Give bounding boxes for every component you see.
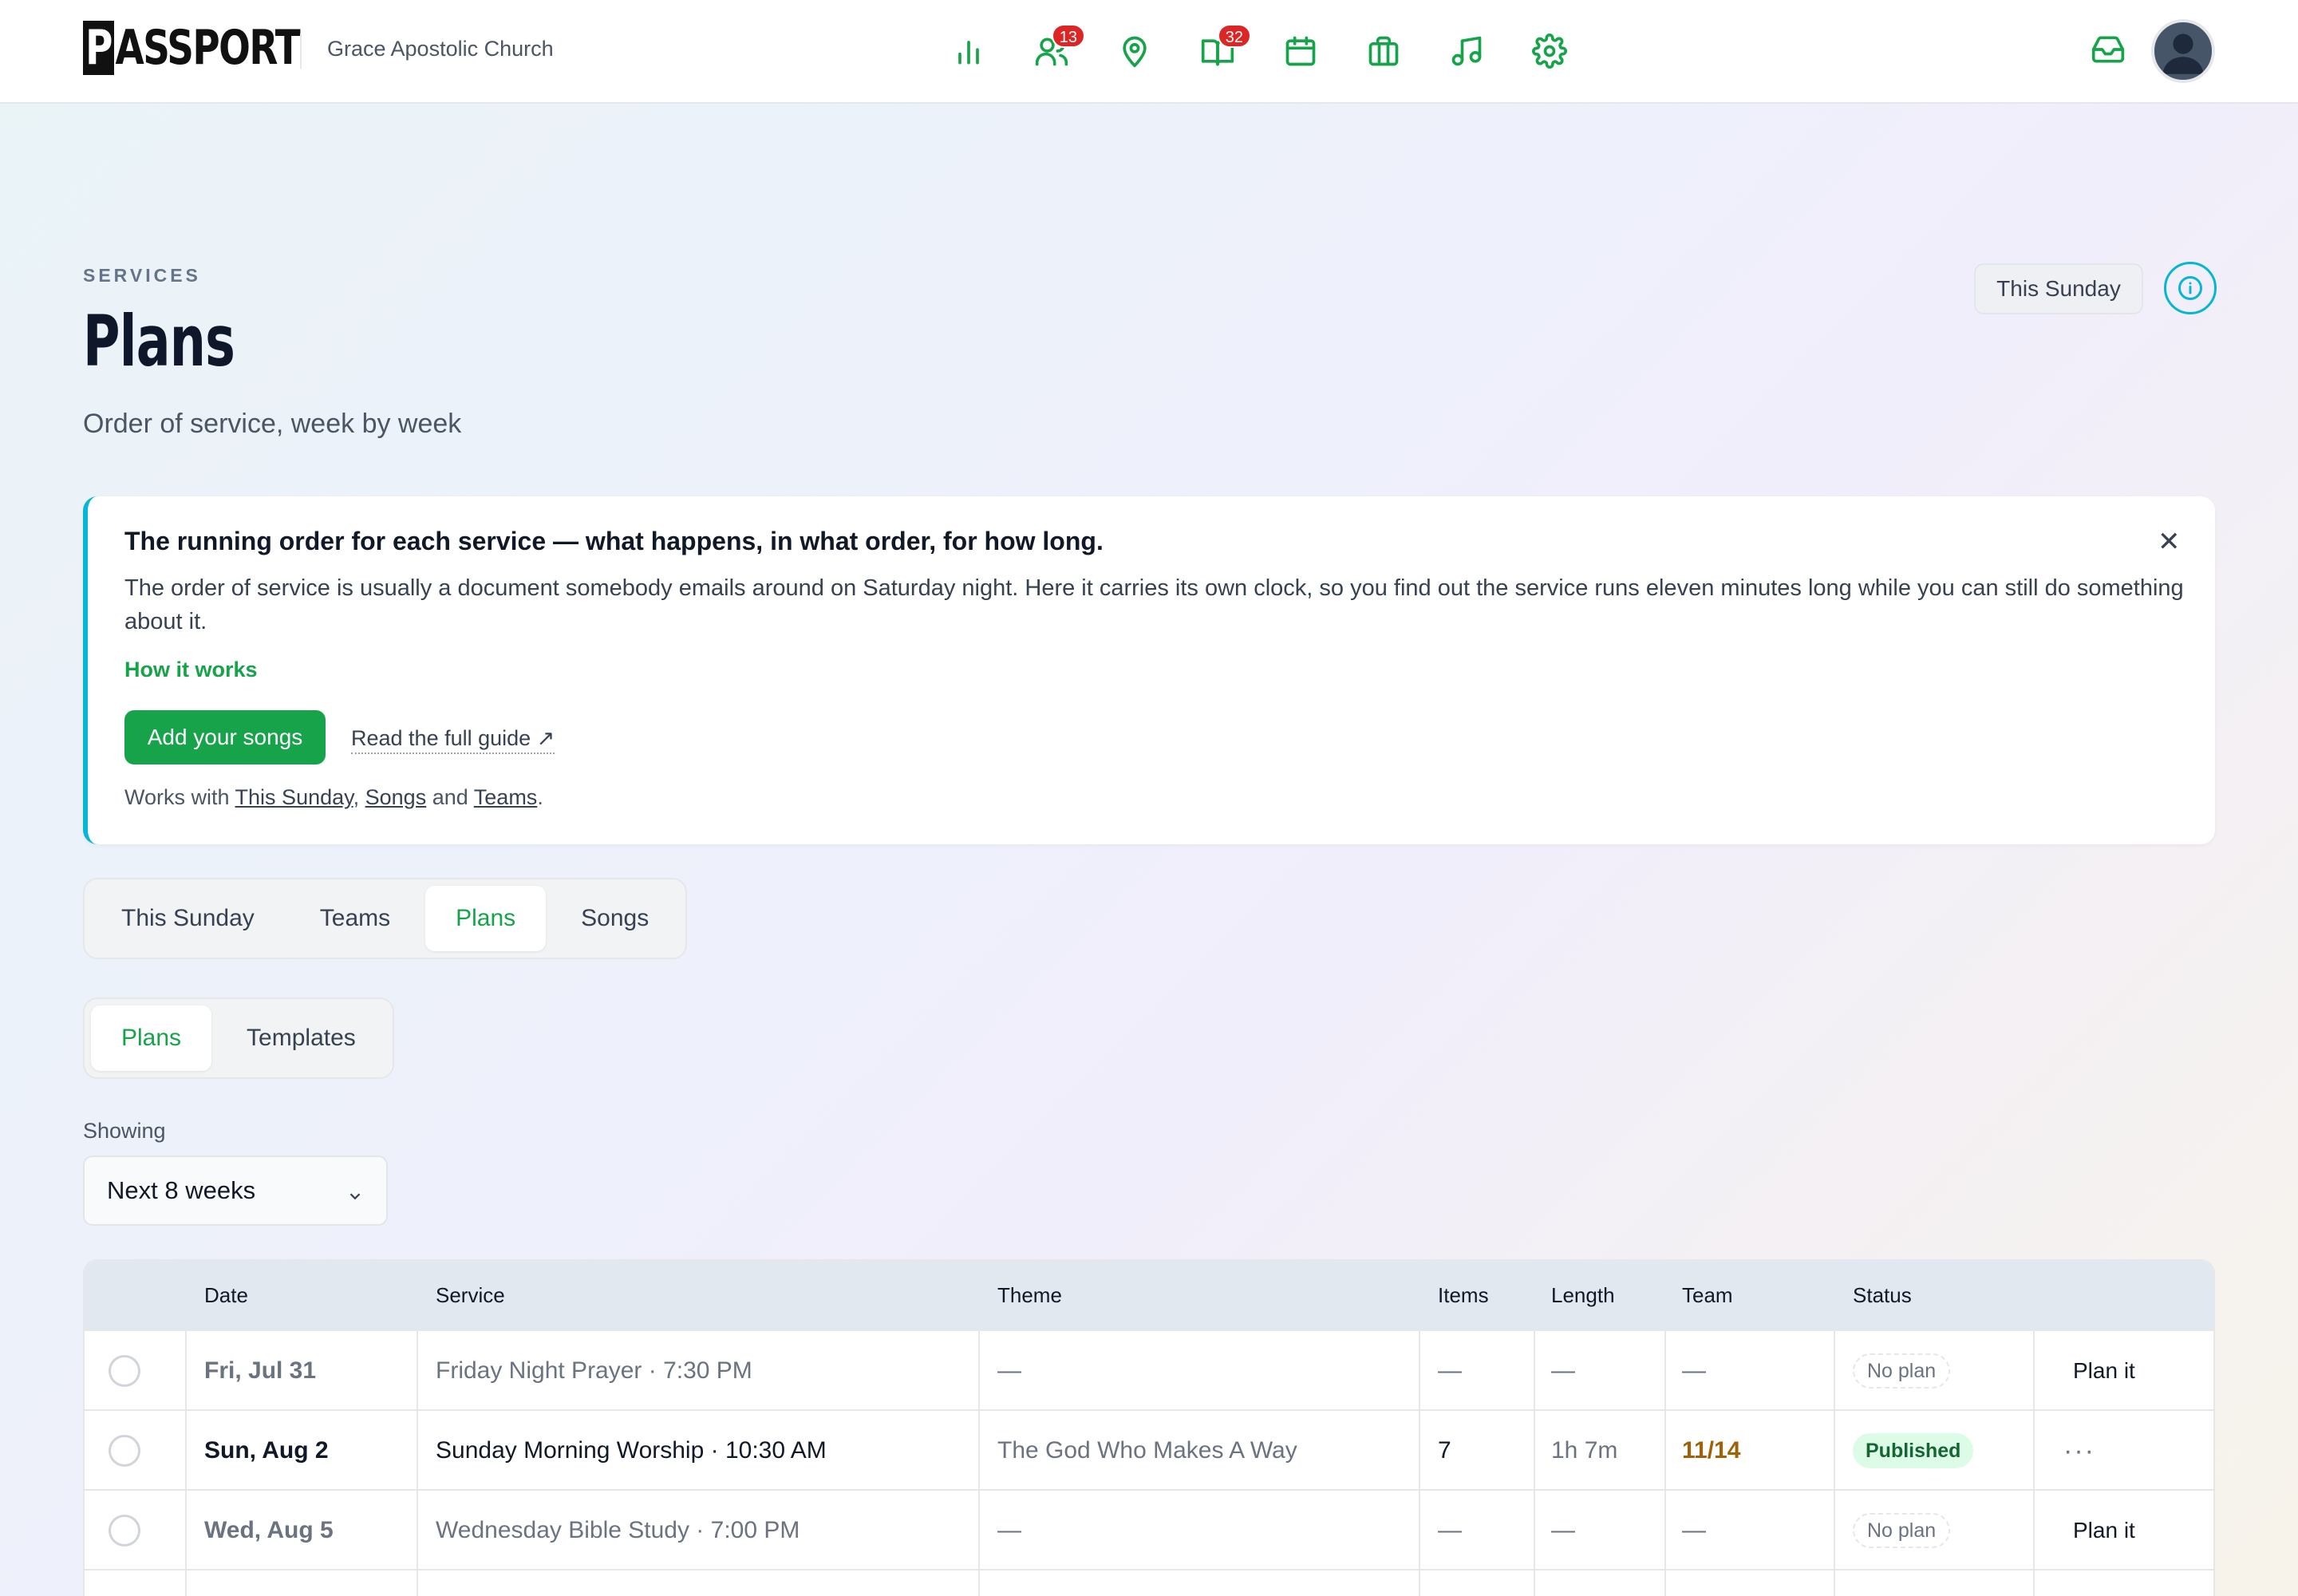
row-service: Friday Night Prayer · 7:30 PM bbox=[436, 1357, 752, 1384]
col-service[interactable]: Service bbox=[436, 1283, 505, 1308]
full-guide-link[interactable]: Read the full guide ↗ bbox=[351, 726, 555, 754]
tab-plans[interactable]: Plans bbox=[425, 886, 547, 951]
inbox-button[interactable] bbox=[2091, 32, 2129, 70]
nav-settings[interactable] bbox=[1529, 27, 1570, 75]
plans-table: Date Service Theme Items Length Team Sta… bbox=[83, 1259, 2215, 1596]
row-length: 1h 7m bbox=[1551, 1437, 1618, 1464]
row-select-radio[interactable] bbox=[109, 1355, 140, 1387]
tab-songs[interactable]: Songs bbox=[551, 886, 679, 951]
subtab-plans[interactable]: Plans bbox=[91, 1005, 212, 1071]
plan-it-button[interactable]: Plan it bbox=[2073, 1491, 2135, 1570]
works-with-text: Works with This Sunday, Songs and Teams. bbox=[124, 785, 543, 809]
row-length: — bbox=[1551, 1357, 1575, 1384]
row-service: Sunday Morning Worship · 10:30 AM bbox=[436, 1437, 827, 1464]
briefcase-icon bbox=[1368, 36, 1399, 66]
music-note-icon bbox=[1451, 36, 1482, 66]
org-name: Grace Apostolic Church bbox=[327, 37, 554, 61]
row-select-radio[interactable] bbox=[109, 1515, 140, 1547]
row-date: Fri, Jul 31 bbox=[204, 1357, 317, 1384]
status-badge: Published bbox=[1853, 1433, 1974, 1468]
chevron-down-icon bbox=[346, 1183, 364, 1200]
close-icon[interactable]: ✕ bbox=[2158, 528, 2181, 555]
groups-badge: 32 bbox=[1217, 24, 1251, 48]
user-avatar-icon bbox=[2162, 34, 2204, 74]
nav-services[interactable] bbox=[1446, 27, 1487, 75]
nav-groups[interactable]: 32 bbox=[1197, 24, 1251, 75]
col-team[interactable]: Team bbox=[1682, 1283, 1733, 1308]
calendar-icon bbox=[1285, 36, 1316, 66]
row-theme: — bbox=[997, 1357, 1021, 1384]
map-pin-icon bbox=[1123, 36, 1147, 68]
row-select-radio[interactable] bbox=[109, 1435, 140, 1467]
intro-callout: The running order for each service — wha… bbox=[83, 496, 2215, 844]
tab-teams[interactable]: Teams bbox=[290, 886, 421, 951]
main-nav: 13 32 bbox=[948, 24, 1570, 75]
this-sunday-button[interactable]: This Sunday bbox=[1974, 263, 2143, 314]
user-avatar[interactable] bbox=[2151, 19, 2215, 83]
app-logo[interactable]: PASSPORT bbox=[83, 21, 301, 75]
table-row[interactable]: Sun, Aug 2 Sunday Morning Worship · 10:3… bbox=[85, 1409, 2213, 1491]
table-row[interactable]: Wed, Aug 5 Wednesday Bible Study · 7:00 … bbox=[85, 1489, 2213, 1570]
range-select-value: Next 8 weeks bbox=[107, 1176, 256, 1204]
table-row[interactable] bbox=[85, 1569, 2213, 1596]
gear-icon bbox=[1532, 34, 1567, 69]
plan-it-button[interactable]: Plan it bbox=[2073, 1331, 2135, 1411]
works-with-link-songs[interactable]: Songs bbox=[365, 785, 427, 809]
info-icon bbox=[2178, 276, 2202, 300]
row-team: — bbox=[1682, 1517, 1706, 1543]
section-tabs: This Sunday Teams Plans Songs bbox=[83, 878, 688, 959]
col-status[interactable]: Status bbox=[1853, 1283, 1912, 1308]
col-theme[interactable]: Theme bbox=[997, 1283, 1062, 1308]
status-badge: No plan bbox=[1853, 1353, 1951, 1389]
row-length: — bbox=[1551, 1517, 1575, 1543]
row-service: Wednesday Bible Study · 7:00 PM bbox=[436, 1517, 800, 1543]
nav-people[interactable]: 13 bbox=[1031, 24, 1085, 75]
add-songs-button[interactable]: Add your songs bbox=[124, 710, 326, 764]
row-team: 11/14 bbox=[1682, 1437, 1741, 1464]
works-with-link-teams[interactable]: Teams bbox=[474, 785, 538, 809]
nav-dashboard[interactable] bbox=[948, 27, 989, 75]
people-badge: 13 bbox=[1051, 24, 1085, 48]
row-theme: — bbox=[997, 1517, 1021, 1543]
table-row[interactable]: Fri, Jul 31 Friday Night Prayer · 7:30 P… bbox=[85, 1329, 2213, 1411]
range-select[interactable]: Next 8 weeks bbox=[83, 1156, 388, 1226]
table-header: Date Service Theme Items Length Team Sta… bbox=[85, 1261, 2213, 1329]
sub-tabs: Plans Templates bbox=[83, 998, 394, 1079]
row-items: 7 bbox=[1438, 1437, 1451, 1464]
inbox-icon bbox=[2091, 36, 2125, 63]
top-bar: PASSPORT Grace Apostolic Church 13 32 bbox=[0, 0, 2298, 104]
col-items[interactable]: Items bbox=[1438, 1283, 1489, 1308]
row-date: Wed, Aug 5 bbox=[204, 1517, 334, 1543]
page-subtitle: Order of service, week by week bbox=[83, 409, 462, 439]
how-it-works-link[interactable]: How it works bbox=[124, 658, 258, 682]
nav-locations[interactable] bbox=[1114, 27, 1155, 75]
col-date[interactable]: Date bbox=[204, 1283, 248, 1308]
subtab-templates[interactable]: Templates bbox=[216, 1005, 386, 1071]
more-options-icon[interactable]: ··· bbox=[2063, 1411, 2095, 1491]
page-title: Plans bbox=[83, 300, 235, 382]
tab-this-sunday[interactable]: This Sunday bbox=[91, 886, 285, 951]
col-length[interactable]: Length bbox=[1551, 1283, 1615, 1308]
callout-body: The order of service is usually a docume… bbox=[124, 575, 2184, 634]
row-theme: The God Who Makes A Way bbox=[997, 1437, 1297, 1464]
showing-label: Showing bbox=[83, 1119, 166, 1143]
divider bbox=[300, 34, 302, 69]
works-with-link-this-sunday[interactable]: This Sunday bbox=[235, 785, 353, 809]
section-eyebrow: SERVICES bbox=[83, 265, 201, 286]
row-items: — bbox=[1438, 1517, 1462, 1543]
status-badge: No plan bbox=[1853, 1513, 1951, 1548]
nav-resources[interactable] bbox=[1363, 27, 1404, 75]
row-items: — bbox=[1438, 1357, 1462, 1384]
info-button[interactable] bbox=[2164, 262, 2217, 314]
callout-title: The running order for each service — wha… bbox=[124, 527, 1104, 555]
nav-calendar[interactable] bbox=[1280, 27, 1321, 75]
row-team: — bbox=[1682, 1357, 1706, 1384]
bar-chart-icon bbox=[958, 41, 979, 65]
row-date: Sun, Aug 2 bbox=[204, 1437, 329, 1464]
